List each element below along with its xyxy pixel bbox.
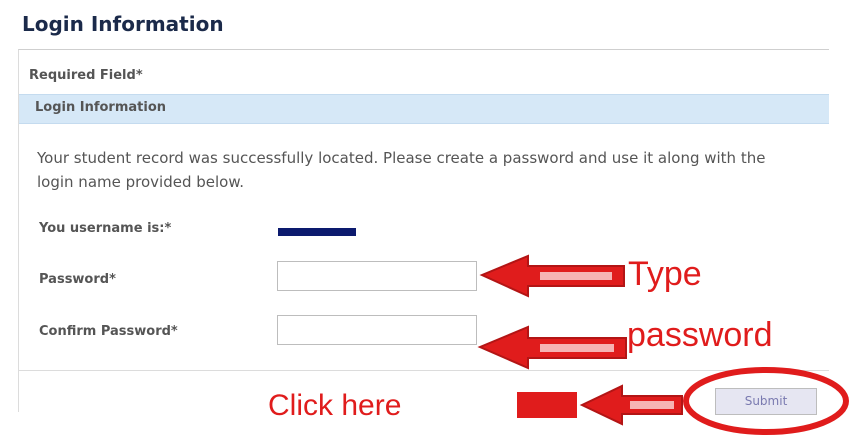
annotation-overlay (477, 254, 849, 435)
arrow-confirm-password-icon (477, 325, 627, 370)
annotation-click-here-text: Click here (268, 389, 402, 422)
annotation-password-text: password (627, 316, 773, 354)
arrow-password-icon (479, 254, 625, 298)
arrow-submit-icon (517, 384, 683, 426)
highlight-ellipse-icon (683, 367, 849, 435)
annotation-type-text: Type (628, 255, 702, 293)
